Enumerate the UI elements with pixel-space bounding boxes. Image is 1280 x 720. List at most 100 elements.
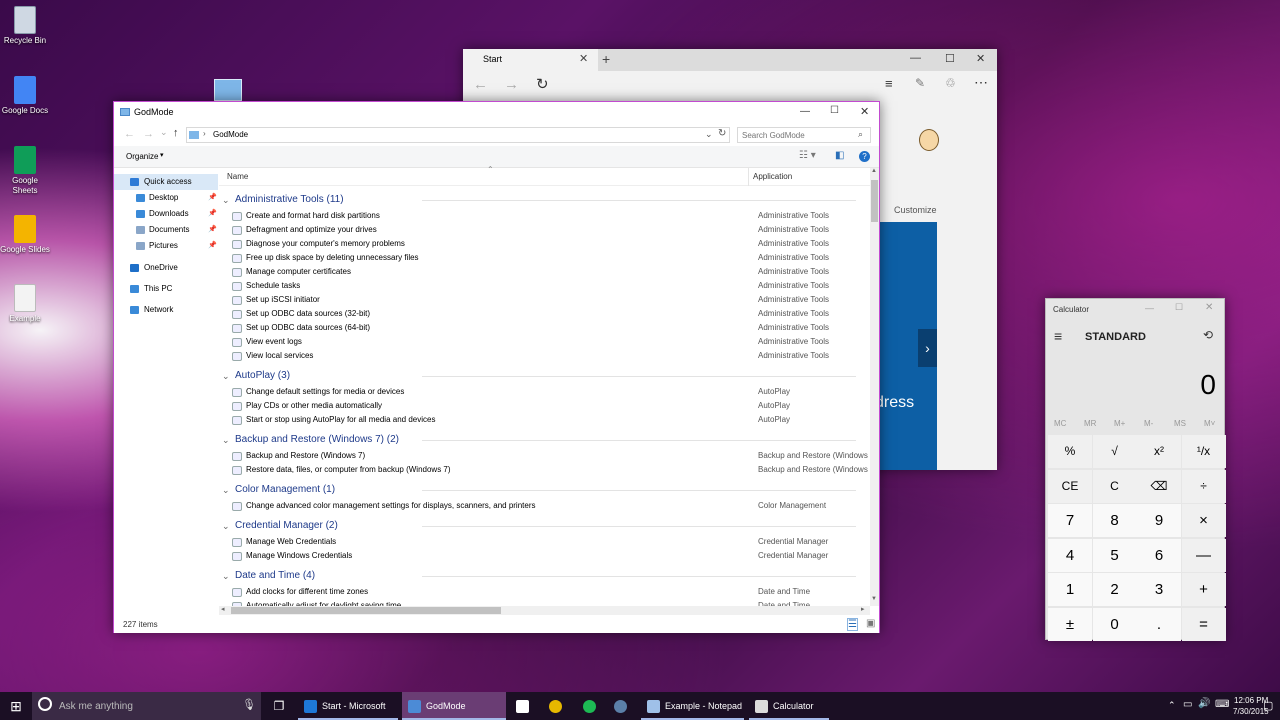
calc-key[interactable]: 9 (1137, 504, 1181, 537)
group-header[interactable]: ⌄ Color Management (1) (222, 482, 856, 498)
horizontal-scrollbar[interactable]: ◂ ▸ (219, 606, 870, 615)
search-input[interactable] (742, 129, 852, 141)
share-icon[interactable]: ♲ (945, 76, 956, 90)
list-item[interactable]: Add clocks for different time zones Date … (232, 585, 856, 599)
close-icon[interactable]: ✕ (860, 105, 869, 118)
taskbar-edge[interactable]: Start - Microsoft Ed... (298, 692, 398, 720)
forward-arrow-icon[interactable]: → (504, 76, 519, 93)
organize-button[interactable]: Organize (126, 152, 158, 161)
close-icon[interactable]: ✕ (976, 52, 985, 65)
chevron-down-icon[interactable]: ⌄ (222, 518, 230, 534)
view-options-icon[interactable]: ☷ ▾ (799, 150, 816, 161)
recycle-bin-shortcut[interactable]: Recycle Bin (0, 6, 50, 46)
chevron-down-icon[interactable]: ⌄ (222, 568, 230, 584)
chevron-right-icon[interactable]: › (918, 329, 937, 367)
calc-key[interactable]: ÷ (1181, 469, 1226, 503)
breadcrumb[interactable]: GodMode (213, 130, 248, 139)
memory-button[interactable]: MR (1084, 419, 1096, 428)
list-item[interactable]: View event logs Administrative Tools (232, 335, 856, 349)
list-item[interactable]: Diagnose your computer's memory problems… (232, 237, 856, 251)
chevron-down-icon[interactable]: ⌄ (705, 129, 713, 140)
recent-dropdown-icon[interactable]: ⌄ (160, 127, 168, 138)
scroll-down-icon[interactable]: ▼ (871, 596, 877, 602)
list-item[interactable]: Set up ODBC data sources (64-bit) Adminis… (232, 321, 856, 335)
search-box[interactable]: ⌕ (737, 127, 871, 143)
vertical-scrollbar[interactable]: ▲ ▼ (870, 168, 879, 606)
edge-tab[interactable]: Start ✕ (463, 49, 598, 71)
google-slides-shortcut[interactable]: Google Slides (0, 215, 50, 255)
list-item[interactable]: Restore data, files, or computer from ba… (232, 463, 868, 477)
list-item[interactable]: Change default settings for media or dev… (232, 385, 856, 399)
steam-icon[interactable] (614, 692, 632, 720)
search-icon[interactable]: ⌕ (858, 129, 863, 140)
maximize-icon[interactable]: ☐ (830, 105, 839, 116)
calc-key[interactable]: 5 (1092, 538, 1137, 572)
minimize-icon[interactable]: — (910, 52, 921, 64)
list-item[interactable]: Set up iSCSI initiator Administrative Too… (232, 293, 856, 307)
address-bar[interactable]: › GodMode ⌄ ↻ (186, 127, 730, 143)
calc-key[interactable]: = (1181, 607, 1226, 641)
calc-key[interactable]: CE (1048, 469, 1092, 503)
microphone-icon[interactable]: 🎙 (242, 698, 256, 711)
memory-button[interactable]: M˅ (1204, 419, 1215, 428)
list-item[interactable]: Defragment and optimize your drives Admin… (232, 223, 856, 237)
memory-button[interactable]: MC (1054, 419, 1066, 428)
memory-button[interactable]: M- (1144, 419, 1153, 428)
calc-key[interactable]: . (1137, 607, 1181, 641)
avatar[interactable] (919, 129, 939, 151)
google-sheets-shortcut[interactable]: Google Sheets (0, 146, 50, 196)
close-icon[interactable]: ✕ (1205, 302, 1213, 313)
history-icon[interactable]: ⟲ (1203, 328, 1213, 342)
calc-key[interactable]: 7 (1048, 504, 1092, 537)
calc-key[interactable]: % (1048, 435, 1092, 468)
example-shortcut[interactable]: Example (0, 284, 50, 324)
show-hidden-icons-icon[interactable]: ⌃ (1168, 700, 1176, 711)
calc-key[interactable]: 3 (1137, 573, 1181, 606)
calc-key[interactable]: 4 (1048, 538, 1092, 572)
group-header[interactable]: ⌄ AutoPlay (3) (222, 368, 856, 384)
column-divider[interactable] (748, 168, 749, 186)
refresh-icon[interactable]: ↻ (536, 75, 549, 93)
up-arrow-icon[interactable]: ↑ (173, 127, 179, 139)
minimize-icon[interactable]: — (1145, 303, 1154, 313)
list-item[interactable]: Create and format hard disk partitions Ad… (232, 209, 856, 223)
taskbar-notepad[interactable]: Example - Notepad (641, 692, 744, 720)
network-status-icon[interactable]: ▭ (1183, 699, 1192, 710)
list-item[interactable]: Set up ODBC data sources (32-bit) Adminis… (232, 307, 856, 321)
chevron-down-icon[interactable]: ⌄ (222, 482, 230, 498)
maximize-icon[interactable]: ☐ (945, 52, 955, 65)
calc-key[interactable]: 8 (1092, 504, 1137, 537)
calc-key[interactable]: + (1181, 573, 1226, 606)
calc-key[interactable]: 0 (1092, 607, 1137, 641)
list-item[interactable]: Automatically adjust for daylight saving… (232, 599, 856, 606)
web-note-icon[interactable]: ✎ (915, 76, 925, 90)
taskbar-calculator[interactable]: Calculator (749, 692, 829, 720)
start-button[interactable]: ⊞ (0, 692, 32, 720)
list-item[interactable]: Manage computer certificates Administrati… (232, 265, 856, 279)
back-arrow-icon[interactable]: ← (473, 76, 488, 93)
forward-arrow-icon[interactable]: → (143, 128, 154, 140)
calc-key[interactable]: ⌫ (1137, 469, 1181, 503)
column-application-header[interactable]: Application (753, 172, 792, 181)
action-center-icon[interactable]: ▢ (1263, 699, 1273, 712)
menu-icon[interactable]: ≡ (1054, 328, 1062, 344)
group-header[interactable]: ⌄ Credential Manager (2) (222, 518, 856, 534)
customize-link[interactable]: Customize (894, 205, 937, 215)
scroll-thumb[interactable] (871, 180, 878, 222)
list-item[interactable]: Backup and Restore (Windows 7) Backup and… (232, 449, 868, 463)
calc-key[interactable]: 2 (1092, 573, 1137, 606)
memory-button[interactable]: M+ (1114, 419, 1125, 428)
keyboard-icon[interactable]: ⌨ (1215, 699, 1229, 710)
calc-key[interactable]: ¹/x (1181, 435, 1226, 468)
calc-key[interactable]: × (1181, 504, 1226, 537)
group-header[interactable]: ⌄ Date and Time (4) (222, 568, 856, 584)
memory-button[interactable]: MS (1174, 419, 1186, 428)
preview-pane-icon[interactable]: ◧ (835, 150, 844, 161)
back-arrow-icon[interactable]: ← (124, 128, 135, 140)
maximize-icon[interactable]: ☐ (1175, 302, 1183, 313)
column-name-header[interactable]: Name (227, 172, 248, 181)
hub-icon[interactable]: ≡ (885, 76, 893, 91)
search-box[interactable]: Ask me anything 🎙 (32, 692, 261, 720)
details-view-icon[interactable]: ☰ (847, 618, 858, 631)
new-tab-icon[interactable]: + (602, 51, 610, 67)
